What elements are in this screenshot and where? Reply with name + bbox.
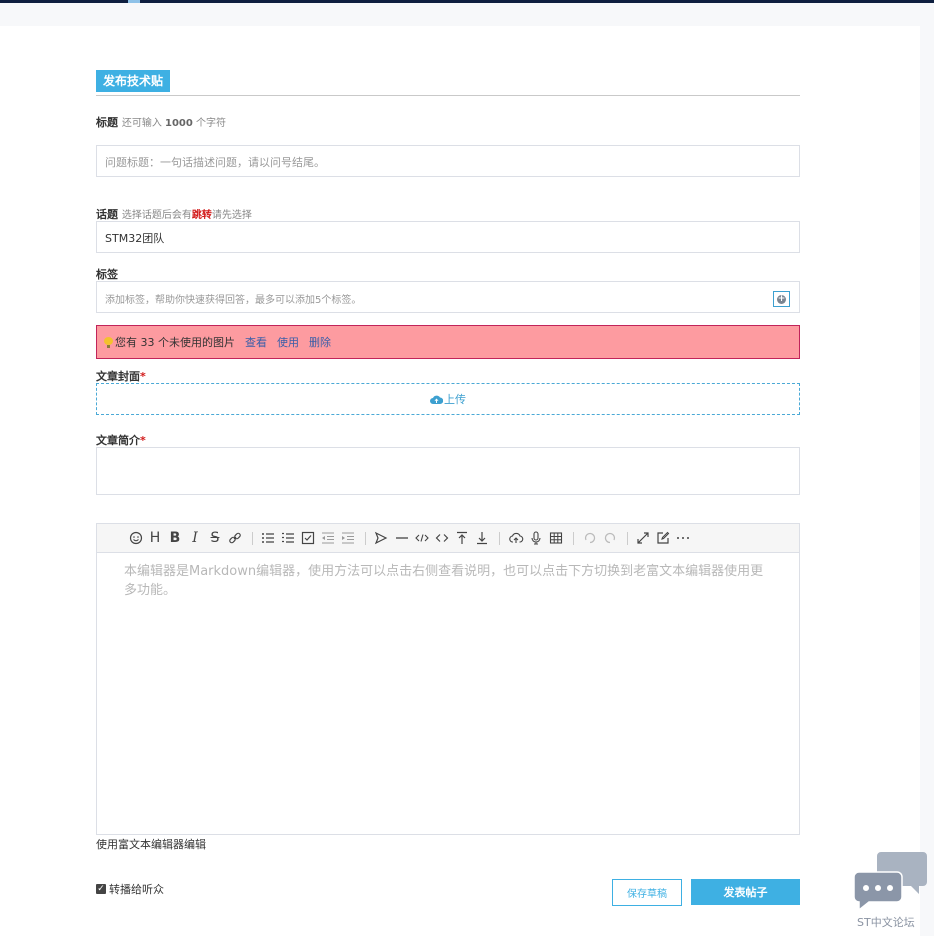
undo-icon[interactable] xyxy=(582,530,598,546)
audio-icon[interactable] xyxy=(528,530,544,546)
summary-label: 文章简介 xyxy=(96,434,140,447)
editor-placeholder[interactable]: 本编辑器是Markdown编辑器，使用方法可以点击右侧查看说明，也可以点击下方切… xyxy=(124,562,774,600)
save-draft-button[interactable]: 保存草稿 xyxy=(612,879,682,906)
inline-code-icon[interactable] xyxy=(414,530,430,546)
topic-label: 话题 xyxy=(96,208,118,221)
add-tag-button[interactable]: + xyxy=(773,291,790,307)
code-block-icon[interactable] xyxy=(434,530,450,546)
title-placeholder: 问题标题：一句话描述问题，请以问号结尾。 xyxy=(105,156,325,169)
italic-icon[interactable]: I xyxy=(187,530,203,546)
editor-toolbar: H B I S xyxy=(97,524,799,553)
title-input[interactable]: 问题标题：一句话描述问题，请以问号结尾。 xyxy=(96,145,800,177)
fullscreen-icon[interactable] xyxy=(635,530,651,546)
forum-widget[interactable]: ST中文论坛 xyxy=(853,852,929,932)
toolbar-divider xyxy=(252,532,253,545)
publish-post-button[interactable]: 发表帖子 xyxy=(691,879,800,905)
title-char-count: 1000 xyxy=(165,118,193,129)
tag-placeholder: 添加标签，帮助你快速获得回答，最多可以添加5个标签。 xyxy=(105,295,362,306)
cloud-upload-icon xyxy=(430,395,443,404)
topic-hint-prefix: 选择话题后会有 xyxy=(121,210,192,221)
summary-required-mark: * xyxy=(140,434,146,447)
plus-circle-icon: + xyxy=(777,293,786,304)
ordered-list-icon[interactable] xyxy=(280,530,296,546)
outdent-icon[interactable] xyxy=(320,530,336,546)
topic-select[interactable]: STM32团队 xyxy=(96,221,800,253)
forward-label: 转播给听众 xyxy=(109,883,164,896)
toolbar-divider xyxy=(573,532,574,545)
page-title: 发布技术贴 xyxy=(96,70,171,92)
chat-bubbles-icon xyxy=(853,852,927,912)
title-hint: 还可输入 1000 个字符 xyxy=(122,118,226,129)
alert-delete-link[interactable]: 删除 xyxy=(309,334,331,350)
tag-label: 标签 xyxy=(96,268,118,281)
cover-required-mark: * xyxy=(140,370,146,383)
toolbar-divider xyxy=(627,532,628,545)
cover-label: 文章封面 xyxy=(96,370,140,383)
top-nav-bar xyxy=(0,0,934,3)
upload-icon[interactable] xyxy=(508,530,524,546)
checkbox-checked-icon[interactable]: ✓ xyxy=(96,884,106,894)
indent-icon[interactable] xyxy=(340,530,356,546)
topic-value: STM32团队 xyxy=(105,232,165,245)
heading-divider xyxy=(96,95,800,96)
edit-mode-icon[interactable] xyxy=(655,530,671,546)
to-bottom-icon[interactable] xyxy=(474,530,490,546)
quote-icon[interactable] xyxy=(373,530,389,546)
cover-upload-area[interactable]: 上传 xyxy=(96,383,800,415)
topic-hint-jump: 跳转 xyxy=(191,210,212,221)
more-icon[interactable] xyxy=(675,530,691,546)
to-top-icon[interactable] xyxy=(454,530,470,546)
summary-label-row: 文章简介* xyxy=(96,432,146,448)
topic-label-row: 话题 选择话题后会有跳转请先选择 xyxy=(96,206,252,222)
forum-label: ST中文论坛 xyxy=(857,916,915,929)
emoji-icon[interactable] xyxy=(128,530,144,546)
task-list-icon[interactable] xyxy=(300,530,316,546)
title-hint-prefix: 还可输入 xyxy=(121,118,162,129)
tag-input[interactable]: 添加标签，帮助你快速获得回答，最多可以添加5个标签。 + xyxy=(96,281,800,313)
markdown-editor: H B I S 本编辑器是Markdown编辑器，使用方法可以点击右侧查看说明，… xyxy=(96,523,800,835)
strikethrough-icon[interactable]: S xyxy=(207,530,223,546)
horizontal-rule-icon[interactable] xyxy=(394,530,410,546)
bold-icon[interactable]: B xyxy=(167,530,183,546)
title-label-row: 标题 还可输入 1000 个字符 xyxy=(96,114,226,130)
toolbar-divider xyxy=(499,532,500,545)
unused-images-alert: 您有 33 个未使用的图片 查看 使用 删除 xyxy=(96,325,800,359)
alert-text: 您有 33 个未使用的图片 xyxy=(115,336,235,349)
redo-icon[interactable] xyxy=(602,530,618,546)
topic-hint: 选择话题后会有跳转请先选择 xyxy=(122,210,252,221)
switch-editor-link[interactable]: 使用富文本编辑器编辑 xyxy=(96,836,206,852)
topic-hint-suffix: 请先选择 xyxy=(211,210,252,221)
top-nav-indicator xyxy=(128,0,140,3)
alert-view-link[interactable]: 查看 xyxy=(245,334,267,350)
summary-textarea[interactable] xyxy=(96,447,800,495)
unordered-list-icon[interactable] xyxy=(260,530,276,546)
toolbar-divider xyxy=(365,532,366,545)
forward-checkbox[interactable]: ✓ 转播给听众 xyxy=(96,881,164,897)
title-hint-suffix: 个字符 xyxy=(196,118,227,129)
table-icon[interactable] xyxy=(548,530,564,546)
alert-use-link[interactable]: 使用 xyxy=(277,334,299,350)
lightbulb-icon xyxy=(104,336,113,348)
title-label: 标题 xyxy=(96,116,118,129)
heading-icon[interactable]: H xyxy=(147,530,163,546)
link-icon[interactable] xyxy=(227,530,243,546)
cover-label-row: 文章封面* xyxy=(96,368,146,384)
upload-label: 上传 xyxy=(444,393,466,406)
